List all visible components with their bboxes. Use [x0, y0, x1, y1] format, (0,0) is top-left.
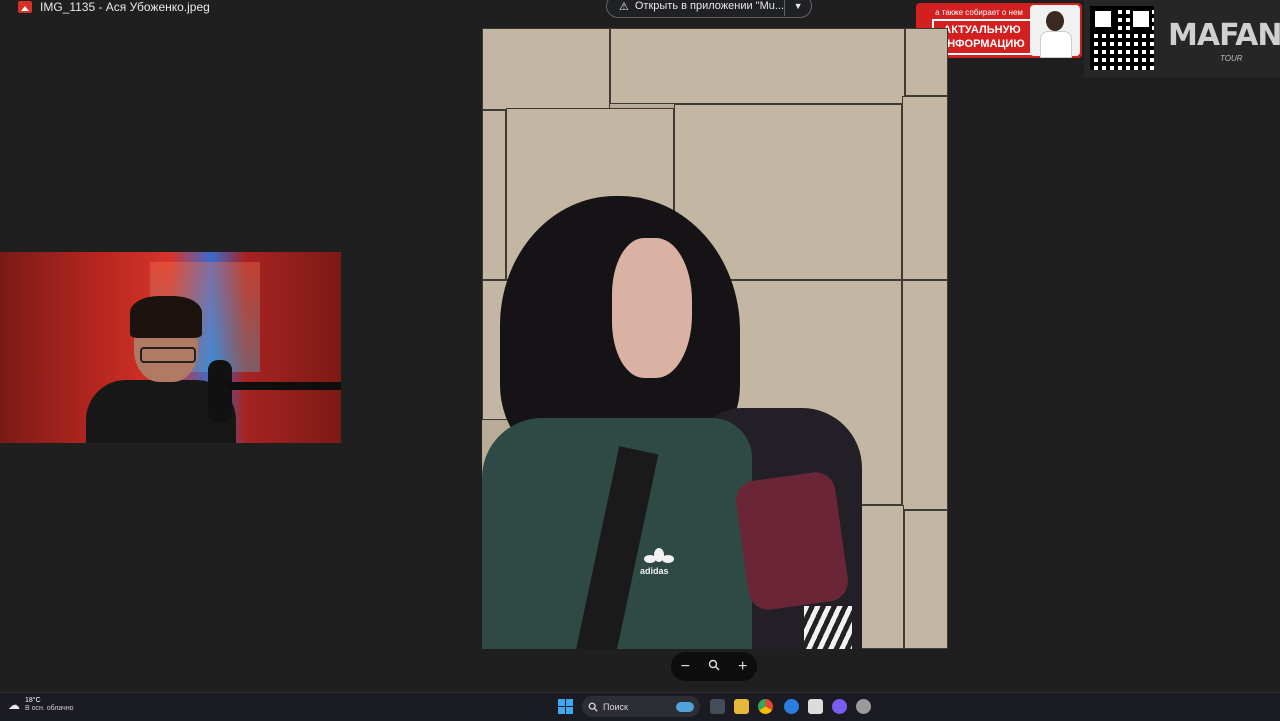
- zoom-out-button[interactable]: −: [674, 658, 696, 676]
- qr-code: [1090, 6, 1154, 70]
- window-title-bar: IMG_1135 - Ася Убоженко.jpeg: [0, 0, 210, 14]
- wall-tile: [905, 28, 948, 96]
- face: [612, 238, 692, 378]
- taskbar-search[interactable]: Поиск: [582, 696, 700, 717]
- jacket-stripes: [804, 606, 852, 649]
- wall-tile: [902, 96, 948, 280]
- window-title: IMG_1135 - Ася Убоженко.jpeg: [40, 0, 210, 14]
- promo-line: а также собирает о нем: [935, 8, 1023, 17]
- zoom-in-button[interactable]: +: [732, 658, 754, 676]
- wall-tile: [482, 110, 506, 280]
- wall-tile: [482, 28, 610, 110]
- image-viewer-photo: adidas: [482, 28, 948, 649]
- chevron-down-icon[interactable]: ▼: [785, 1, 811, 11]
- open-in-app-button[interactable]: Открыть в приложении "Mu...: [635, 0, 784, 12]
- search-highlight-icon: [676, 701, 694, 712]
- mic-arm: [226, 382, 341, 390]
- obs-icon[interactable]: [856, 699, 871, 714]
- wall-tile: [904, 510, 948, 649]
- promo-person-image: [1030, 5, 1080, 58]
- weather-widget[interactable]: ☁ 18°C В осн. облачно: [8, 697, 74, 713]
- open-in-app-control[interactable]: ⚠ Открыть в приложении "Mu... ▼: [606, 0, 812, 18]
- weather-temperature: 18°C: [25, 697, 41, 704]
- cloudy-weather-icon: ☁: [8, 698, 20, 712]
- image-file-icon: [18, 1, 32, 13]
- glasses: [140, 347, 196, 363]
- task-view-icon[interactable]: [710, 699, 725, 714]
- start-button[interactable]: [558, 699, 573, 714]
- zoom-controls: − +: [671, 652, 757, 681]
- file-explorer-icon[interactable]: [734, 699, 749, 714]
- jacket-brand-text: adidas: [640, 566, 669, 576]
- search-icon: [588, 702, 598, 712]
- jacket-maroon-panel: [733, 469, 851, 613]
- wall-tile: [902, 280, 948, 510]
- magnifier-icon[interactable]: [703, 658, 725, 676]
- webcam-overlay: [0, 252, 341, 443]
- discord-icon[interactable]: [832, 699, 847, 714]
- search-placeholder: Поиск: [603, 701, 628, 712]
- weather-condition: В осн. облачно: [25, 705, 74, 712]
- brand-logo: MAFANYA: [1168, 18, 1280, 53]
- warning-icon: ⚠: [619, 0, 629, 13]
- notepad-icon[interactable]: [808, 699, 823, 714]
- taskbar: ☁ 18°C В осн. облачно Поиск: [0, 692, 1280, 721]
- brand-subtitle: TOUR: [1220, 54, 1243, 63]
- microphone: [208, 360, 232, 422]
- wall-tile: [610, 28, 905, 104]
- brand-banner: MAFANYA TOUR: [1084, 0, 1280, 78]
- adidas-trefoil-icon: [644, 548, 674, 563]
- streamer-hair: [130, 296, 202, 338]
- chrome-icon[interactable]: [758, 699, 773, 714]
- edge-icon[interactable]: [784, 699, 799, 714]
